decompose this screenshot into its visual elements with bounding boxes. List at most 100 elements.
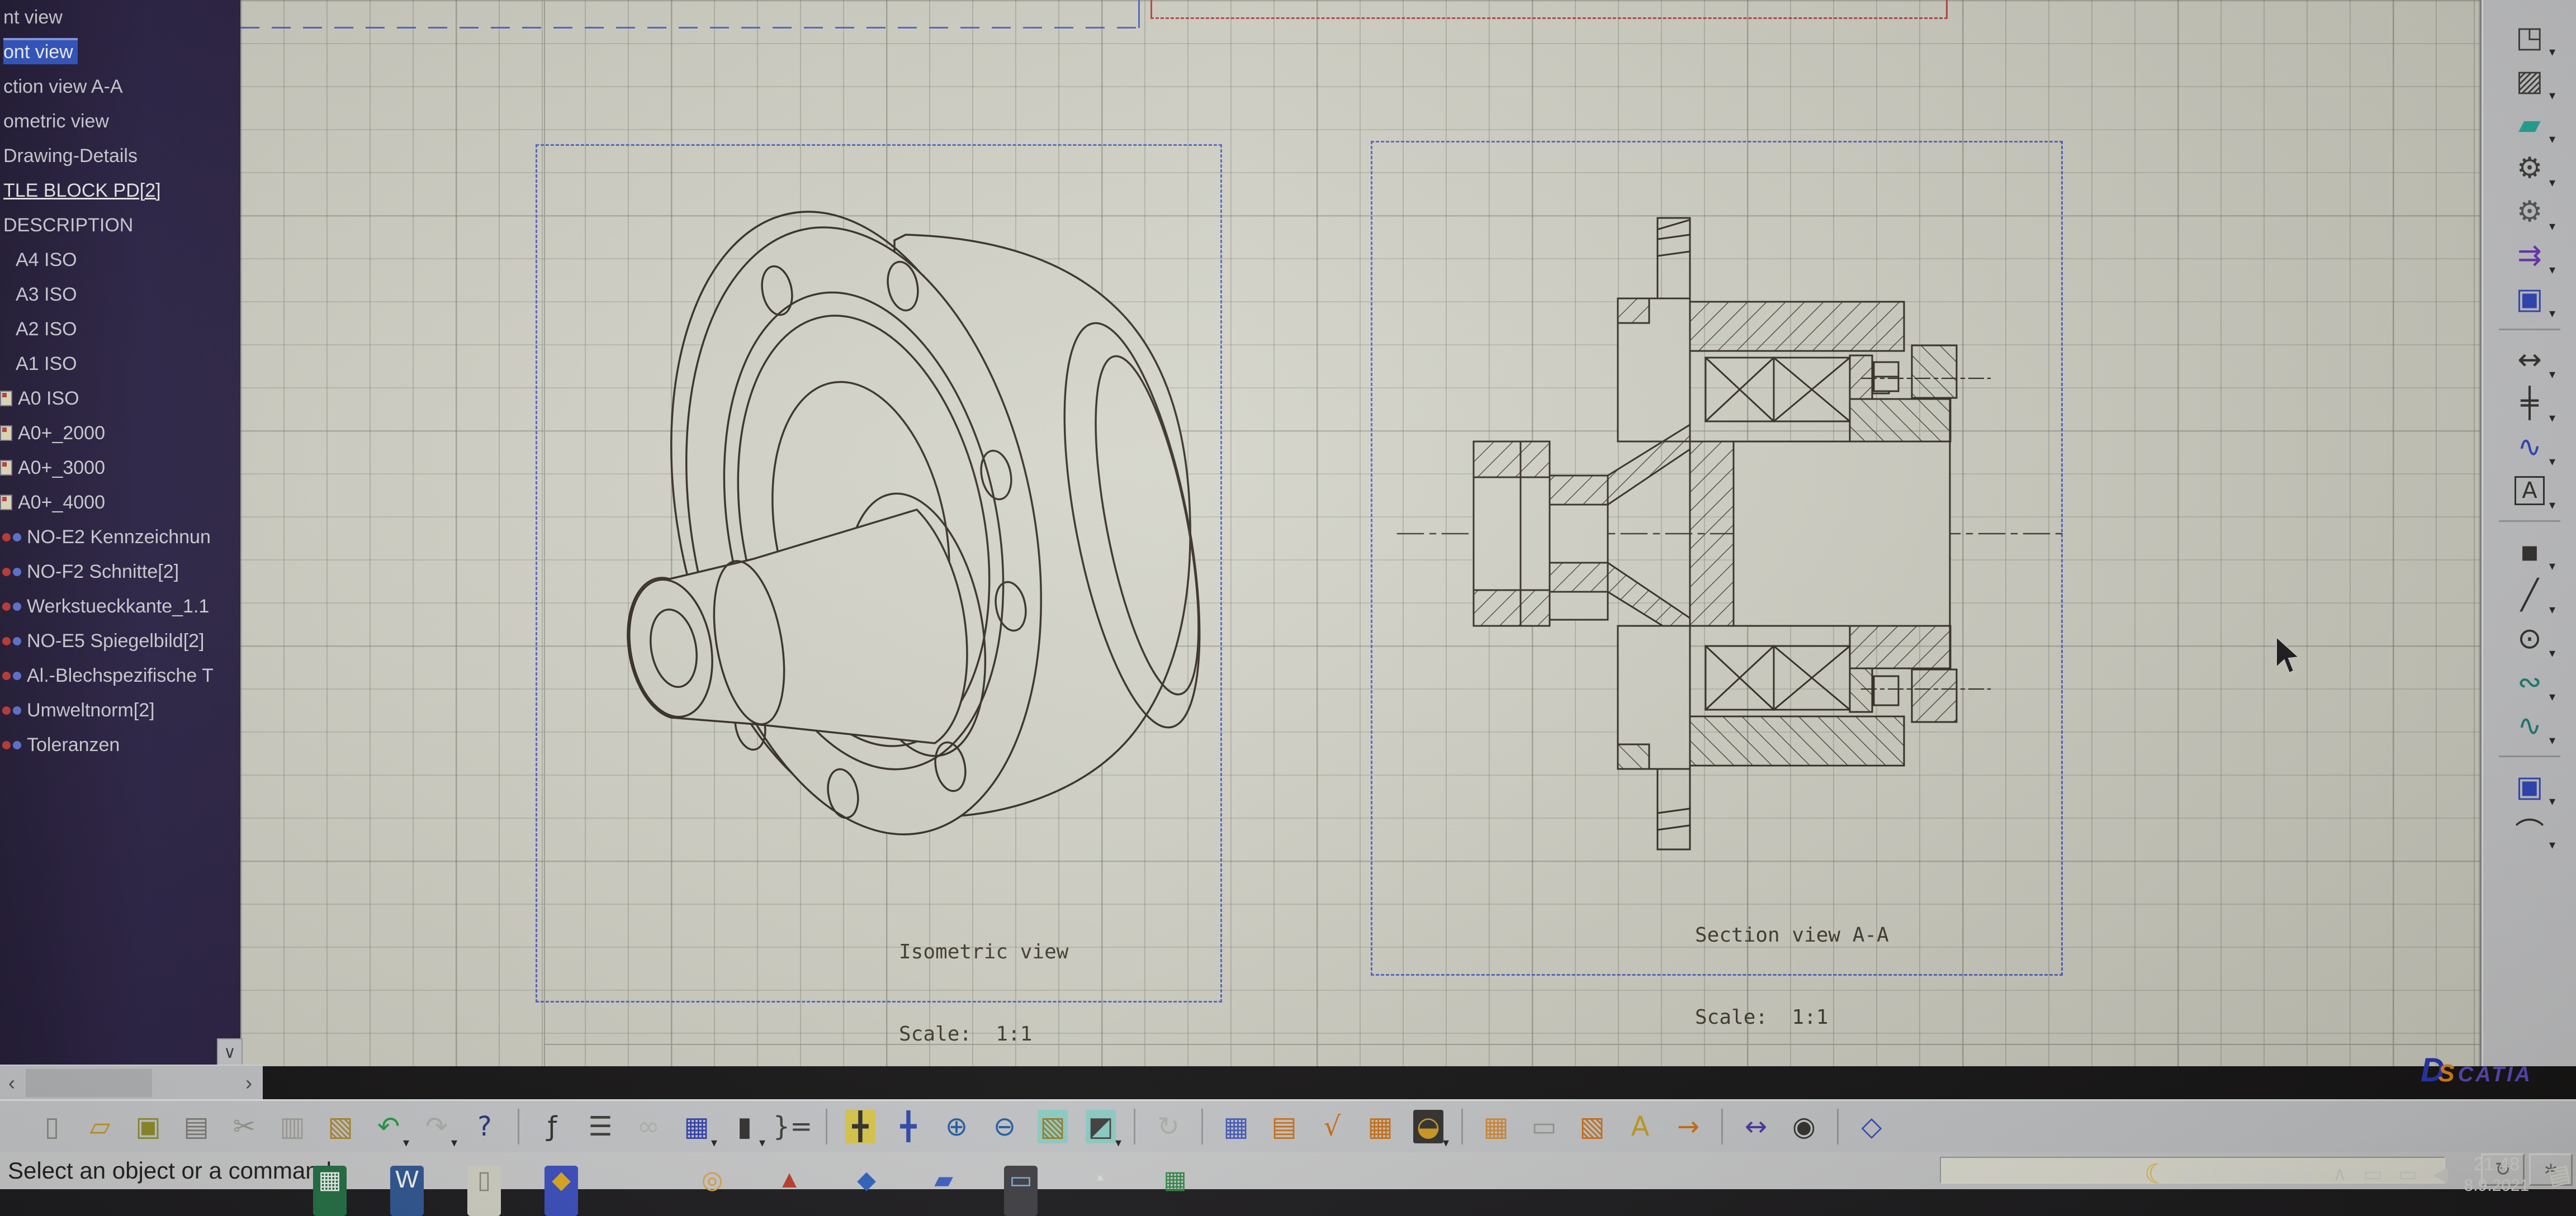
tree-item-a0-3000[interactable]: A0+_3000 — [0, 450, 240, 485]
circle-icon[interactable]: ⊙ ▾ — [2503, 617, 2556, 661]
text-annotation-icon[interactable]: A ▾ — [2503, 469, 2556, 512]
flyout-arrow-icon[interactable]: ▾ — [2549, 690, 2555, 704]
tree-scroll-left-button[interactable]: ‹ — [0, 1066, 23, 1100]
normal-view-icon[interactable]: ▧ — [1032, 1104, 1073, 1149]
pan-icon[interactable]: ╋ — [888, 1104, 929, 1149]
taskbar-clock[interactable]: 21.48 8.9.2021 — [2464, 1152, 2530, 1196]
lock-icon[interactable]: ▮ ▾ — [724, 1104, 765, 1150]
flyout-arrow-icon[interactable]: ▾ — [403, 1136, 409, 1150]
taskbar-app-file[interactable]: ▯ — [467, 1166, 501, 1216]
curve-dim-icon[interactable]: ∿ ▾ — [2503, 425, 2556, 469]
cut-icon[interactable]: ✂ — [224, 1104, 265, 1149]
taskbar-app-monitor[interactable]: ▭ — [1004, 1166, 1038, 1216]
tree-item-no-e2-kennzeichnun[interactable]: NO-E2 Kennzeichnun — [0, 520, 240, 554]
notification-center-icon[interactable]: ▤ — [2546, 1158, 2573, 1190]
annotation-grid-icon[interactable]: ▧ — [1571, 1104, 1613, 1149]
flyout-arrow-icon[interactable]: ▾ — [1115, 1136, 1121, 1150]
view-cube-icon[interactable]: ◳ ▾ — [2503, 16, 2556, 59]
redo-icon[interactable]: ↷ ▾ — [416, 1104, 457, 1150]
flyout-arrow-icon[interactable]: ▾ — [2549, 455, 2555, 469]
flyout-arrow-icon[interactable]: ▾ — [2549, 647, 2555, 661]
tree-item-toleranzen[interactable]: Toleranzen — [0, 728, 240, 762]
tree-item-no-f2-schnitte-2-[interactable]: NO-F2 Schnitte[2] — [0, 554, 240, 589]
new-document-icon[interactable]: ▯ — [31, 1104, 73, 1149]
save-icon[interactable]: ▣ — [127, 1104, 169, 1149]
tree-horizontal-scrollbar[interactable]: ‹ › — [0, 1065, 263, 1100]
instantiate-icon[interactable]: ⚙ ▾ — [2503, 190, 2556, 234]
tree-item-al-blechspezifische-t[interactable]: Al.-Blechspezifische T — [0, 658, 240, 693]
fit-all-icon[interactable]: ╋ — [840, 1104, 881, 1149]
section-view-icon[interactable]: ▨ ▾ — [2503, 59, 2556, 103]
flyout-arrow-icon[interactable]: ▾ — [2549, 132, 2555, 146]
flyout-arrow-icon[interactable]: ▾ — [2549, 795, 2555, 809]
tree-item-werkstueckkante-1-1[interactable]: Werkstueckkante_1.1 — [0, 589, 240, 624]
tree-item-a2-iso[interactable]: A2 ISO — [0, 312, 240, 346]
copy-icon[interactable]: ▥ — [272, 1104, 313, 1149]
fx-icon[interactable]: ƒ — [532, 1104, 573, 1149]
flyout-arrow-icon[interactable]: ▾ — [2549, 89, 2555, 103]
grid-move-icon[interactable]: ▦ — [1360, 1104, 1401, 1149]
flyout-arrow-icon[interactable]: ▾ — [2549, 368, 2555, 382]
text-zoom-icon[interactable]: A — [1620, 1104, 1661, 1149]
workbench-icon[interactable]: ▤ — [1263, 1104, 1305, 1149]
taskbar-app-catia[interactable]: ▲ — [773, 1166, 806, 1216]
datum-check-icon[interactable]: √ — [1311, 1104, 1353, 1149]
tree-item-a1-iso[interactable]: A1 ISO — [0, 346, 240, 381]
battery-icon[interactable]: ▭ — [2364, 1162, 2383, 1186]
zoom-out-icon[interactable]: ⊖ — [984, 1104, 1025, 1149]
dim-system-icon[interactable]: ╪ ▾ — [2503, 382, 2556, 425]
flyout-arrow-icon[interactable]: ▾ — [2549, 498, 2555, 512]
table-icon[interactable]: ▦ — [1475, 1104, 1517, 1149]
flyout-arrow-icon[interactable]: ▾ — [2549, 263, 2555, 277]
flyout-arrow-icon[interactable]: ▾ — [711, 1136, 717, 1150]
paste-special-icon[interactable]: ▣ ▾ — [2503, 765, 2556, 809]
tray-expand-icon[interactable]: ∧ — [2333, 1163, 2347, 1185]
tree-item-a3-iso[interactable]: A3 ISO — [0, 277, 240, 312]
taskbar-app-cube[interactable]: ◆ — [850, 1166, 883, 1216]
arrange-views-icon[interactable]: ⇉ ▾ — [2503, 234, 2556, 277]
flyout-arrow-icon[interactable]: ▾ — [2549, 734, 2555, 748]
arc-icon[interactable]: ⌒ ▾ — [2503, 809, 2556, 853]
tree-item-tle-block-pd-2-[interactable]: TLE BLOCK PD[2] — [0, 173, 240, 208]
taskbar-app-photos[interactable]: ◆ — [544, 1166, 578, 1216]
rotate-icon[interactable]: ↻ — [1148, 1104, 1189, 1149]
print-icon[interactable]: ▤ — [176, 1104, 217, 1149]
tree-item-umweltnorm-2-[interactable]: Umweltnorm[2] — [0, 693, 240, 728]
comment-icon[interactable]: ☰ — [580, 1104, 621, 1149]
calculator-icon[interactable]: ▦ ▾ — [676, 1104, 717, 1150]
flyout-arrow-icon[interactable]: ▾ — [2549, 603, 2555, 617]
frame-icon[interactable]: ▭ — [1523, 1104, 1565, 1149]
flyout-arrow-icon[interactable]: ▾ — [451, 1136, 457, 1150]
display-icon[interactable]: ▭ — [2398, 1162, 2417, 1186]
tree-item-a4-iso[interactable]: A4 ISO — [0, 243, 240, 277]
zoom-in-icon[interactable]: ⊕ — [936, 1104, 977, 1149]
dimension-icon[interactable]: ↔ ▾ — [2503, 338, 2556, 382]
undo-icon[interactable]: ↶ ▾ — [368, 1104, 409, 1150]
taskbar-app-word[interactable]: W — [390, 1166, 424, 1216]
tree-item-a0-2000[interactable]: A0+_2000 — [0, 416, 240, 450]
tree-scroll-right-button[interactable]: › — [237, 1066, 261, 1100]
tree-item-description[interactable]: DESCRIPTION — [0, 208, 240, 243]
weather-temperature[interactable]: 13°C — [2181, 1162, 2228, 1186]
profile-icon[interactable]: ∾ ▾ — [2503, 661, 2556, 704]
tree-item-no-e5-spiegelbild-2-[interactable]: NO-E5 Spiegelbild[2] — [0, 624, 240, 658]
tree-item-a0-4000[interactable]: A0+_4000 — [0, 485, 240, 520]
tree-item-drawing-details[interactable]: Drawing-Details — [0, 139, 240, 173]
speaker-icon[interactable]: ◀ — [2433, 1162, 2449, 1186]
line-icon[interactable]: ╱ ▾ — [2503, 573, 2556, 617]
tree-item-ction-view-a-a[interactable]: ction view A-A — [0, 69, 240, 104]
arrow-orange-icon[interactable]: → — [1668, 1104, 1709, 1149]
tree-scrollbar-thumb[interactable] — [26, 1069, 152, 1097]
taskbar-app-excel[interactable]: ▦ — [313, 1166, 347, 1216]
render-style-icon[interactable]: ◒ ▾ — [1408, 1104, 1449, 1150]
breakout-icon[interactable]: ▣ ▾ — [2503, 277, 2556, 321]
link-icon[interactable]: ∞ — [628, 1104, 669, 1149]
flyout-arrow-icon[interactable]: ▾ — [2549, 307, 2555, 321]
help-select-icon[interactable]: ? — [464, 1104, 505, 1149]
flyout-arrow-icon[interactable]: ▾ — [759, 1136, 765, 1150]
tree-item-ont-view[interactable]: ont view — [0, 35, 240, 69]
taskbar-app-green[interactable]: ▦ — [1158, 1166, 1192, 1216]
parameters-icon[interactable]: }= — [772, 1104, 813, 1149]
flyout-arrow-icon[interactable]: ▾ — [2549, 559, 2555, 573]
drawing-canvas[interactable]: Isometric view Scale: 1:1 Section view A… — [240, 0, 2576, 1066]
